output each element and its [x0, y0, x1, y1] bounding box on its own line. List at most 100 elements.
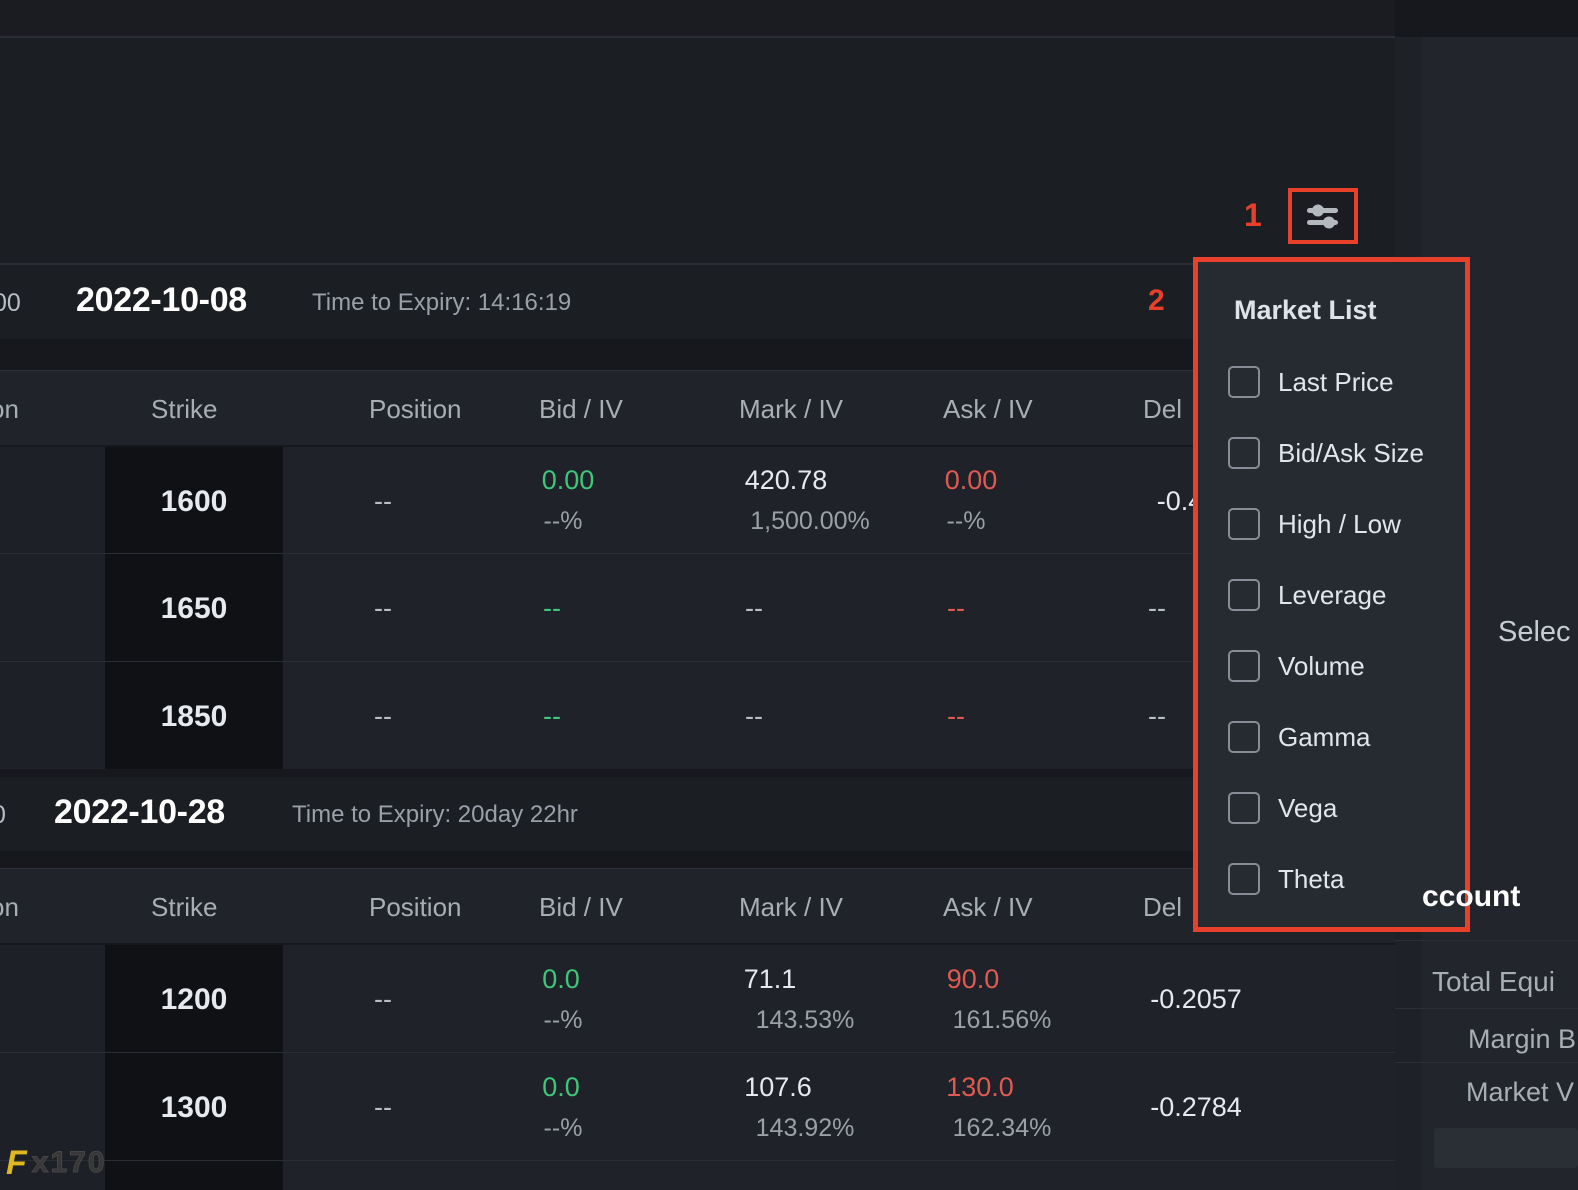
- table-row[interactable]: 1600 -- 0.00 --% 420.78 1,500.00% 0.00 -…: [0, 447, 1395, 553]
- col-position-left-1[interactable]: on: [0, 394, 19, 425]
- cell-mark-iv: 143.53%: [755, 1006, 855, 1034]
- col-delta-1[interactable]: Del: [1143, 394, 1182, 425]
- col-mark-iv-2[interactable]: Mark / IV: [739, 892, 843, 923]
- cell-ask-iv: 161.56%: [952, 1006, 1052, 1034]
- sliders-icon: [1305, 202, 1341, 230]
- right-panel-top-gap: [1395, 0, 1578, 37]
- col-ask-iv-2[interactable]: Ask / IV: [943, 892, 1033, 923]
- right-panel-input-box[interactable]: [1434, 1128, 1578, 1168]
- market-list-settings-button[interactable]: [1288, 188, 1358, 244]
- checkbox-gamma[interactable]: [1228, 721, 1260, 753]
- market-list-item-gamma[interactable]: Gamma: [1228, 714, 1463, 760]
- col-bid-iv-2[interactable]: Bid / IV: [539, 892, 623, 923]
- market-list-item-label: Theta: [1278, 863, 1345, 894]
- cell-mark: 71.1: [743, 964, 797, 994]
- market-list-item-last-price[interactable]: Last Price: [1228, 359, 1463, 405]
- table-row[interactable]: 1200 -- 0.0 --% 71.1 143.53% 90.0 161.56…: [0, 945, 1395, 1052]
- checkbox-last-price[interactable]: [1228, 366, 1260, 398]
- checkbox-volume[interactable]: [1228, 650, 1260, 682]
- cell-mark: 107.6: [744, 1072, 812, 1102]
- checkbox-theta[interactable]: [1228, 863, 1260, 895]
- cell-delta: -0.2784: [1150, 1092, 1242, 1122]
- col-strike-1[interactable]: Strike: [151, 394, 217, 425]
- expiry-group-header-2: 0 2022-10-28 Time to Expiry: 20day 22hr: [0, 777, 1395, 851]
- top-blank-area: [0, 38, 1395, 185]
- expiry-date-2: 2022-10-28: [54, 793, 225, 831]
- strike-cell-bg: [105, 1161, 283, 1190]
- cell-mark: --: [745, 701, 763, 731]
- col-position-left-2[interactable]: on: [0, 892, 19, 923]
- table-row[interactable]: 1300 -- 0.0 --% 107.6 143.92% 130.0 162.…: [0, 1053, 1395, 1160]
- market-list-item-label: Bid/Ask Size: [1278, 437, 1424, 468]
- cell-bid-iv: --%: [543, 1114, 583, 1142]
- market-list-item-label: Gamma: [1278, 721, 1371, 752]
- col-mark-iv-1[interactable]: Mark / IV: [739, 394, 843, 425]
- expiry-tab-row: 23-03-31 2023-06-30: [0, 185, 1395, 420]
- cell-bid: --: [543, 701, 561, 731]
- cell-position: --: [374, 593, 392, 623]
- row-left-pad: [0, 554, 105, 661]
- cell-strike: 1600: [160, 485, 228, 518]
- right-panel-divider-2: [1395, 1008, 1578, 1009]
- market-list-item-label: Vega: [1278, 792, 1338, 823]
- cell-strike: 1850: [160, 700, 228, 733]
- expiry-prefix-2: 0: [0, 801, 6, 830]
- cell-position: --: [374, 486, 392, 516]
- cell-ask: 90.0: [946, 964, 1000, 994]
- market-list-item-leverage[interactable]: Leverage: [1228, 572, 1463, 618]
- select-label: Selec: [1498, 616, 1571, 648]
- col-delta-2[interactable]: Del: [1143, 892, 1182, 923]
- market-list-title: Market List: [1234, 295, 1377, 325]
- expiry-prefix-1: .00: [0, 289, 21, 317]
- right-panel-divider-1: [1395, 940, 1578, 941]
- checkbox-leverage[interactable]: [1228, 579, 1260, 611]
- app-root: 23-03-31 2023-06-30 1 .00 2022-10-08 Tim…: [0, 0, 1578, 1190]
- cell-delta: --: [1148, 701, 1166, 731]
- col-position-1[interactable]: Position: [369, 394, 462, 425]
- cell-bid: 0.0: [542, 1072, 580, 1102]
- table-header-2: on Strike Position Bid / IV Mark / IV As…: [0, 869, 1395, 943]
- cell-position: --: [374, 984, 392, 1014]
- table-row[interactable]: 1650 -- -- -- -- --: [0, 554, 1395, 661]
- row-left-pad: [0, 662, 105, 769]
- annotation-marker-1: 1: [1244, 197, 1262, 233]
- col-position-2[interactable]: Position: [369, 892, 462, 923]
- market-list-item-label: Leverage: [1278, 579, 1387, 610]
- right-panel-gutter-bottom: [1395, 950, 1421, 1190]
- right-panel-divider-3: [1395, 1062, 1578, 1063]
- cell-bid-iv: --%: [543, 1006, 583, 1034]
- table-row[interactable]: 1850 -- -- -- -- --: [0, 662, 1395, 769]
- market-value-label: Market V: [1466, 1077, 1575, 1107]
- market-list-item-volume[interactable]: Volume: [1228, 643, 1463, 689]
- cell-mark: 420.78: [744, 465, 828, 495]
- col-strike-2[interactable]: Strike: [151, 892, 217, 923]
- cell-ask: --: [947, 701, 965, 731]
- account-heading: ccount: [1422, 880, 1521, 913]
- checkbox-high-low[interactable]: [1228, 508, 1260, 540]
- cell-ask-iv: 162.34%: [952, 1114, 1052, 1142]
- market-list-dropdown: Market List Last Price Bid/Ask Size High…: [1193, 257, 1470, 932]
- table-row[interactable]: [0, 1161, 1395, 1190]
- table-header-1: on Strike Position Bid / IV Mark / IV As…: [0, 371, 1395, 445]
- col-ask-iv-1[interactable]: Ask / IV: [943, 394, 1033, 425]
- cell-bid: --: [543, 593, 561, 623]
- margin-balance-label: Margin B: [1468, 1024, 1577, 1054]
- cell-delta: -0.2057: [1150, 984, 1242, 1014]
- cell-bid: 0.0: [542, 964, 580, 994]
- col-bid-iv-1[interactable]: Bid / IV: [539, 394, 623, 425]
- cell-position: --: [374, 1092, 392, 1122]
- checkbox-bid-ask-size[interactable]: [1228, 437, 1260, 469]
- market-list-item-bid-ask-size[interactable]: Bid/Ask Size: [1228, 430, 1463, 476]
- total-equity-label: Total Equi: [1432, 966, 1555, 997]
- cell-bid-iv: --%: [543, 507, 583, 535]
- cell-strike: 1300: [160, 1091, 228, 1124]
- cell-bid: 0.00: [541, 465, 595, 495]
- checkbox-vega[interactable]: [1228, 792, 1260, 824]
- cell-strike: 1200: [160, 983, 228, 1016]
- row-left-pad: [0, 1053, 105, 1160]
- time-to-expiry-2: Time to Expiry: 20day 22hr: [292, 801, 578, 828]
- cell-ask-iv: --%: [946, 507, 986, 535]
- market-list-item-vega[interactable]: Vega: [1228, 785, 1463, 831]
- row-left-pad: [0, 945, 105, 1052]
- market-list-item-high-low[interactable]: High / Low: [1228, 501, 1463, 547]
